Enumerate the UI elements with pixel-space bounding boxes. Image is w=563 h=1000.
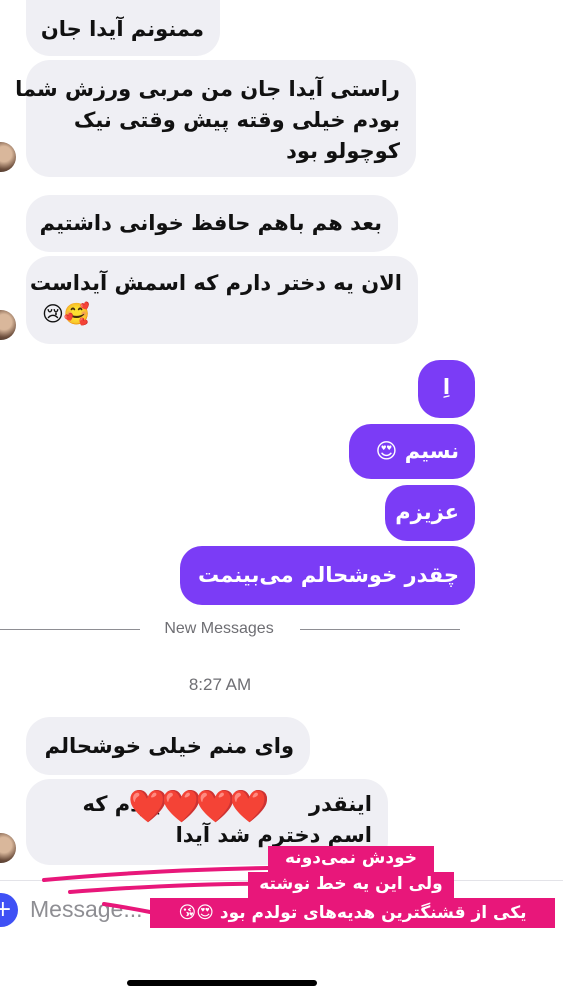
message-text: الان یه دختر دارم که اسمش آیداست	[29, 271, 402, 295]
message-bubble-incoming[interactable]: الان یه دختر دارم که اسمش آیداست 😢🥰	[26, 256, 418, 344]
message-text: راستی آیدا جان من مربی ورزش شما	[15, 77, 400, 101]
message-text: چقدر خوشحالم می‌بینمت	[197, 563, 459, 587]
text-sticker-line: یکی از قشنگترین هدیه‌های تولدم بود 😍😘	[150, 898, 555, 928]
message-text: ممنونم آیدا جان	[40, 17, 204, 41]
divider-line-left	[0, 629, 140, 630]
home-indicator	[127, 980, 317, 986]
divider-line-right	[300, 629, 460, 630]
avatar[interactable]	[0, 142, 16, 172]
hearts-sticker: ❤️❤️❤️❤️	[128, 787, 269, 825]
timestamp: 8:27 AM	[188, 675, 252, 694]
text-sticker-line: خودش نمی‌دونه	[268, 846, 434, 872]
message-bubble-outgoing[interactable]: اِ	[418, 360, 475, 418]
message-text: اینقدر	[309, 792, 372, 816]
message-bubble-incoming[interactable]: راستی آیدا جان من مربی ورزش شما بودم خیل…	[15, 60, 416, 177]
message-bubble-incoming[interactable]: بعد هم باهم حافظ خوانی داشتیم	[26, 195, 398, 252]
new-messages-label: New Messages	[164, 620, 274, 637]
message-text: عزیزم	[395, 500, 459, 524]
message-text: بعد هم باهم حافظ خوانی داشتیم	[39, 211, 382, 235]
message-input[interactable]: Message...	[30, 896, 143, 923]
message-text: وای منم خیلی خوشحالم	[44, 734, 294, 758]
message-bubble-outgoing[interactable]: چقدر خوشحالم می‌بینمت	[180, 546, 475, 605]
message-text: کوچولو بود	[286, 139, 400, 163]
message-emoji: 😢🥰	[42, 302, 91, 326]
avatar[interactable]	[0, 310, 16, 340]
text-sticker-line: ولی این یه خط نوشته	[248, 872, 454, 898]
message-text: اِ	[442, 375, 451, 399]
message-bubble-incoming[interactable]: ممنونم آیدا جان	[26, 0, 220, 56]
message-bubble-outgoing[interactable]: نسیم 😍	[349, 424, 475, 479]
underline-stroke	[42, 866, 270, 882]
message-text: نسیم 😍	[375, 439, 460, 463]
message-bubble-outgoing[interactable]: عزیزم	[385, 485, 475, 541]
message-text: بودم خیلی وقته پیش وقتی نیک	[73, 108, 400, 132]
avatar[interactable]	[0, 833, 16, 863]
message-bubble-incoming[interactable]: وای منم خیلی خوشحالم	[26, 717, 310, 775]
